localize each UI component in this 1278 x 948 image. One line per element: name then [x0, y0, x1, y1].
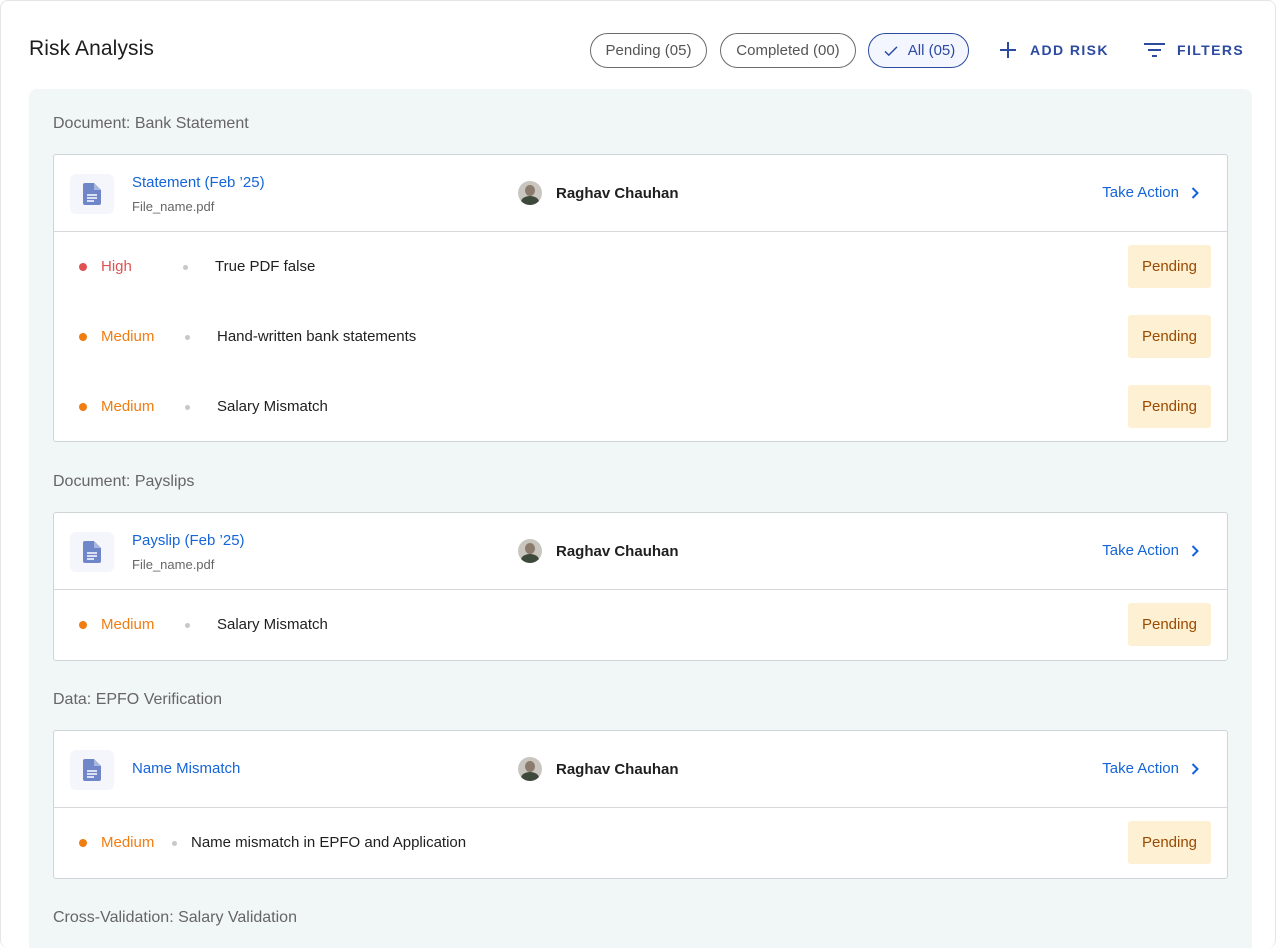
section-title: Document: Bank Statement [53, 115, 249, 132]
severity-dot [79, 839, 87, 847]
document-card: Statement (Feb ’25) File_name.pdf Raghav… [53, 154, 1228, 442]
filters-label: FILTERS [1177, 42, 1245, 58]
risk-description: Salary Mismatch [217, 398, 328, 415]
risk-row: Medium Salary Mismatch Pending [54, 590, 1227, 660]
chip-label: All (05) [907, 42, 956, 59]
document-title-link[interactable]: Name Mismatch [132, 760, 240, 777]
chevron-right-icon [1191, 186, 1199, 199]
section-title: Data: EPFO Verification [53, 691, 222, 708]
owner: Raghav Chauhan [518, 539, 679, 563]
document-icon [70, 174, 114, 214]
data-card: Name Mismatch Raghav Chauhan Take Action… [53, 730, 1228, 879]
risk-analysis-panel: Risk Analysis Pending (05) Completed (00… [0, 0, 1276, 948]
risk-row: Medium Salary Mismatch Pending [54, 372, 1227, 442]
take-action-button[interactable]: Take Action [1102, 542, 1199, 559]
filters-button[interactable]: FILTERS [1144, 37, 1244, 63]
document-title-link[interactable]: Payslip (Feb ’25) [132, 532, 245, 549]
status-badge: Pending [1128, 245, 1211, 288]
severity-label: Medium [101, 398, 155, 415]
owner-name: Raghav Chauhan [556, 184, 679, 202]
owner-name: Raghav Chauhan [556, 542, 679, 560]
card-header: Statement (Feb ’25) File_name.pdf Raghav… [54, 155, 1227, 232]
card-header: Payslip (Feb ’25) File_name.pdf Raghav C… [54, 513, 1227, 590]
header-bar: Risk Analysis Pending (05) Completed (00… [1, 1, 1275, 89]
risk-row: Medium Name mismatch in EPFO and Applica… [54, 808, 1227, 878]
severity-label: High [101, 258, 132, 275]
take-action-button[interactable]: Take Action [1102, 184, 1199, 201]
document-title-link[interactable]: Statement (Feb ’25) [132, 174, 265, 191]
take-action-label: Take Action [1102, 542, 1179, 559]
chevron-right-icon [1191, 762, 1199, 775]
document-icon [70, 532, 114, 572]
chevron-right-icon [1191, 544, 1199, 557]
file-name: File_name.pdf [132, 199, 215, 214]
filter-icon [1144, 43, 1165, 57]
severity-dot [79, 621, 87, 629]
separator-dot [183, 265, 188, 270]
take-action-label: Take Action [1102, 184, 1179, 201]
file-name: File_name.pdf [132, 557, 215, 572]
chip-label: Completed (00) [736, 42, 840, 59]
risk-row: Medium Hand-written bank statements Pend… [54, 302, 1227, 372]
section-title: Cross-Validation: Salary Validation [53, 909, 297, 926]
status-badge: Pending [1128, 821, 1211, 864]
content-panel: Document: Bank Statement Statement (Feb … [29, 89, 1252, 948]
take-action-label: Take Action [1102, 760, 1179, 777]
avatar [518, 181, 542, 205]
owner: Raghav Chauhan [518, 181, 679, 205]
severity-dot [79, 263, 87, 271]
separator-dot [185, 405, 190, 410]
take-action-button[interactable]: Take Action [1102, 760, 1199, 777]
filter-chip-completed[interactable]: Completed (00) [720, 33, 856, 68]
filter-chip-pending[interactable]: Pending (05) [590, 33, 707, 68]
risk-description: True PDF false [215, 258, 316, 275]
avatar [518, 539, 542, 563]
status-badge: Pending [1128, 603, 1211, 646]
risk-description: Name mismatch in EPFO and Application [191, 834, 467, 851]
risk-description: Salary Mismatch [217, 616, 328, 633]
add-risk-button[interactable]: ADD RISK [998, 37, 1109, 63]
owner-name: Raghav Chauhan [556, 760, 679, 778]
check-icon [884, 45, 898, 56]
severity-dot [79, 403, 87, 411]
card-header: Name Mismatch Raghav Chauhan Take Action [54, 731, 1227, 808]
avatar [518, 757, 542, 781]
separator-dot [185, 623, 190, 628]
severity-dot [79, 333, 87, 341]
risk-description: Hand-written bank statements [217, 328, 417, 345]
plus-icon [1000, 42, 1016, 58]
risk-row: High True PDF false Pending [54, 232, 1227, 302]
status-badge: Pending [1128, 385, 1211, 428]
severity-label: Medium [101, 616, 155, 633]
separator-dot [185, 335, 190, 340]
document-icon [70, 750, 114, 790]
separator-dot [172, 841, 177, 846]
filter-chip-all[interactable]: All (05) [868, 33, 969, 68]
document-card: Payslip (Feb ’25) File_name.pdf Raghav C… [53, 512, 1228, 661]
page-title: Risk Analysis [29, 37, 155, 60]
status-badge: Pending [1128, 315, 1211, 358]
severity-label: Medium [101, 834, 155, 851]
chip-label: Pending (05) [605, 42, 692, 59]
section-title: Document: Payslips [53, 473, 195, 490]
severity-label: Medium [101, 328, 155, 345]
owner: Raghav Chauhan [518, 757, 679, 781]
add-risk-label: ADD RISK [1030, 42, 1109, 58]
